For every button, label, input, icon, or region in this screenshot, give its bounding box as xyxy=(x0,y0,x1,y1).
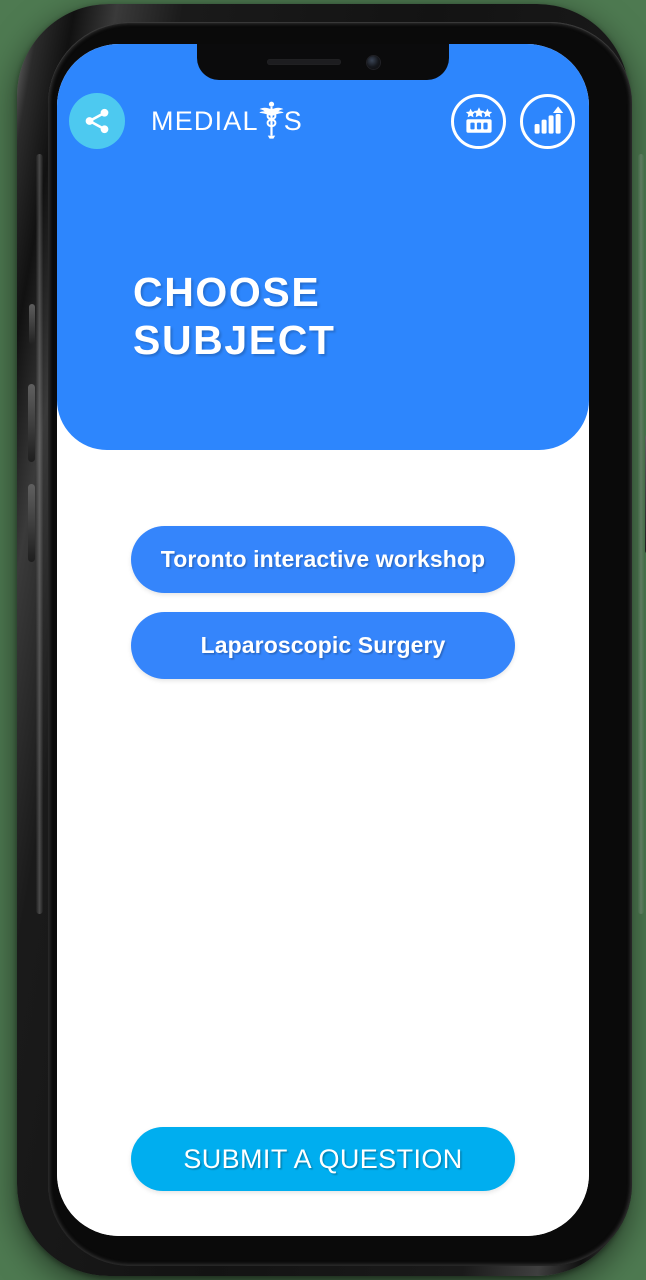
subject-label: Toronto interactive workshop xyxy=(160,546,486,573)
brand-wordmark: MEDIAL S xyxy=(151,101,303,141)
brand-text-after: S xyxy=(283,105,303,136)
share-icon xyxy=(85,108,109,134)
app-header: MEDIAL S CHOOSE SUBJECT xyxy=(57,44,589,450)
header-action-group xyxy=(451,93,575,149)
share-button[interactable] xyxy=(69,93,125,149)
subject-option-toronto-interactive-workshop[interactable]: Toronto interactive workshop xyxy=(131,526,515,593)
silent-switch[interactable] xyxy=(29,304,35,344)
caduceus-icon xyxy=(258,100,285,140)
growth-chart-icon xyxy=(534,106,563,134)
earpiece-speaker-icon xyxy=(266,59,341,65)
subject-option-laparoscopic-surgery[interactable]: Laparoscopic Surgery xyxy=(131,612,515,679)
volume-down-button[interactable] xyxy=(28,484,35,562)
phone-frame-highlight-left xyxy=(36,154,43,914)
phone-screen: MEDIAL S CHOOSE SUBJECT Toronto interact… xyxy=(57,44,589,1236)
statistics-button[interactable] xyxy=(520,93,575,149)
subject-label: Laparoscopic Surgery xyxy=(200,632,446,659)
submit-question-button[interactable]: SUBMIT A QUESTION xyxy=(131,1127,515,1191)
subject-list: Toronto interactive workshop Laparoscopi… xyxy=(57,526,589,679)
submit-button-container: SUBMIT A QUESTION xyxy=(57,1127,589,1191)
app-top-bar: MEDIAL S xyxy=(57,88,589,154)
phone-notch xyxy=(197,44,449,80)
page-title: CHOOSE SUBJECT xyxy=(133,269,336,364)
leaderboard-icon xyxy=(465,107,492,133)
front-camera-icon xyxy=(366,55,380,69)
volume-up-button[interactable] xyxy=(28,384,35,462)
submit-button-label: SUBMIT A QUESTION xyxy=(183,1143,463,1174)
brand-text-before: MEDIAL xyxy=(151,105,259,136)
phone-frame-highlight-right xyxy=(638,154,644,914)
app-logo: MEDIAL S xyxy=(125,93,451,149)
app-body: Toronto interactive workshop Laparoscopi… xyxy=(57,450,589,1236)
leaderboard-button[interactable] xyxy=(451,93,506,149)
